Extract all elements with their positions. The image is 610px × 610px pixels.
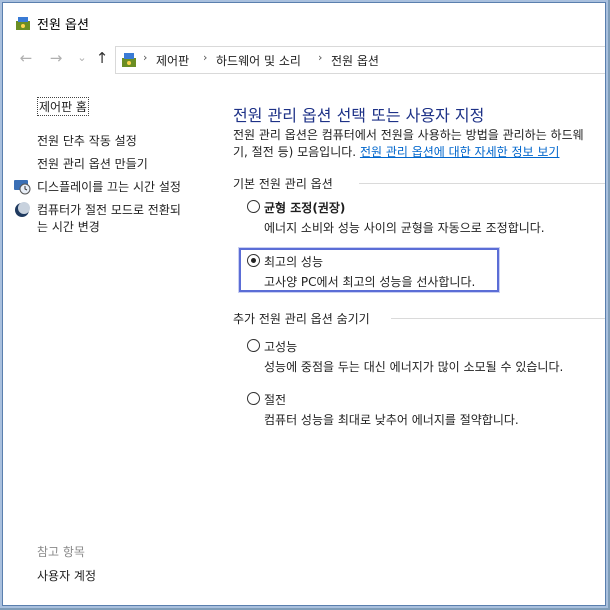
power-options-window: 전원 옵션 ← → ⌄ ↑ › 제어판 › 하드웨어 및 소리 › 전원 옵션 …	[2, 2, 606, 606]
breadcrumb-power-options[interactable]: 전원 옵션	[331, 52, 379, 69]
display-off-time-link[interactable]: 디스플레이를 끄는 시간 설정	[37, 178, 181, 195]
forward-arrow-icon[interactable]: →	[47, 49, 65, 67]
plan-ultimate-performance-name: 최고의 성능	[264, 255, 324, 269]
description-line1: 전원 관리 옵션은 컴퓨터에서 전원을 사용하는 방법을 관리하는 하드웨	[233, 128, 584, 142]
breadcrumb-separator-icon: ›	[203, 51, 208, 64]
breadcrumb-separator-icon: ›	[143, 51, 148, 64]
navigation-bar: ← → ⌄ ↑ › 제어판 › 하드웨어 및 소리 › 전원 옵션	[3, 41, 605, 77]
left-navigation-pane: 제어판 홈 전원 단추 작동 설정 전원 관리 옵션 만들기 디스플레이를 끄는…	[3, 77, 213, 605]
main-content: 전원 관리 옵션 선택 또는 사용자 지정 전원 관리 옵션은 컴퓨터에서 전원…	[213, 77, 605, 605]
basic-plans-heading: 기본 전원 관리 옵션	[233, 177, 333, 191]
breadcrumb-separator-icon: ›	[318, 51, 323, 64]
plan-ultimate-performance-desc: 고사양 PC에서 최고의 성능을 선사합니다.	[264, 275, 476, 289]
description-line2-text: 기, 절전 등) 모음입니다.	[233, 145, 360, 159]
plan-balanced-desc: 에너지 소비와 성능 사이의 균형을 자동으로 조정합니다.	[264, 221, 545, 235]
power-button-settings-link[interactable]: 전원 단추 작동 설정	[37, 132, 137, 149]
plan-high-performance-radio[interactable]	[247, 339, 260, 352]
plan-high-performance-name: 고성능	[264, 340, 298, 354]
sleep-time-link[interactable]: 컴퓨터가 절전 모드로 전환되 는 시간 변경	[37, 202, 207, 236]
control-panel-icon	[122, 53, 136, 67]
create-power-plan-link[interactable]: 전원 관리 옵션 만들기	[37, 155, 148, 172]
page-description: 전원 관리 옵션은 컴퓨터에서 전원을 사용하는 방법을 관리하는 하드웨 기,…	[233, 127, 605, 161]
breadcrumb-hardware-sound[interactable]: 하드웨어 및 소리	[216, 52, 301, 69]
plan-high-performance-desc: 성능에 중점을 두는 대신 에너지가 많이 소모될 수 있습니다.	[264, 360, 564, 374]
display-off-icon	[14, 180, 31, 195]
plan-power-saver-desc: 컴퓨터 성능을 최대로 낮추어 에너지를 절약합니다.	[264, 413, 519, 427]
sleep-time-link-line1: 컴퓨터가 절전 모드로 전환되	[37, 203, 181, 217]
description-line2: 기, 절전 등) 모음입니다. 전원 관리 옵션에 대한 자세한 정보 보기	[233, 144, 605, 161]
back-arrow-icon[interactable]: ←	[17, 49, 35, 67]
page-title: 전원 관리 옵션 선택 또는 사용자 지정	[233, 106, 485, 125]
up-arrow-icon[interactable]: ↑	[93, 49, 111, 67]
plan-balanced-radio[interactable]	[247, 200, 260, 213]
plan-power-saver-radio[interactable]	[247, 392, 260, 405]
basic-plans-divider	[359, 183, 605, 184]
user-accounts-link[interactable]: 사용자 계정	[37, 567, 96, 584]
plan-balanced-name: 균형 조정(권장)	[264, 201, 346, 215]
plan-ultimate-performance-radio[interactable]	[247, 254, 260, 267]
control-panel-home-link[interactable]: 제어판 홈	[37, 97, 89, 116]
recent-locations-chevron-icon[interactable]: ⌄	[73, 49, 91, 67]
extra-plans-divider	[391, 318, 605, 319]
sleep-time-link-line2: 는 시간 변경	[37, 220, 100, 234]
power-options-icon	[16, 17, 30, 30]
plan-power-saver-name: 절전	[264, 393, 287, 407]
address-bar[interactable]: › 제어판 › 하드웨어 및 소리 › 전원 옵션	[115, 46, 605, 74]
power-plan-info-link[interactable]: 전원 관리 옵션에 대한 자세한 정보 보기	[360, 145, 560, 159]
breadcrumb-control-panel[interactable]: 제어판	[156, 52, 189, 69]
sleep-moon-icon	[15, 202, 30, 217]
see-also-heading: 참고 항목	[37, 545, 85, 559]
extra-plans-toggle[interactable]: 추가 전원 관리 옵션 숨기기	[233, 310, 370, 327]
title-bar: 전원 옵션	[3, 3, 605, 41]
window-title: 전원 옵션	[37, 18, 89, 33]
